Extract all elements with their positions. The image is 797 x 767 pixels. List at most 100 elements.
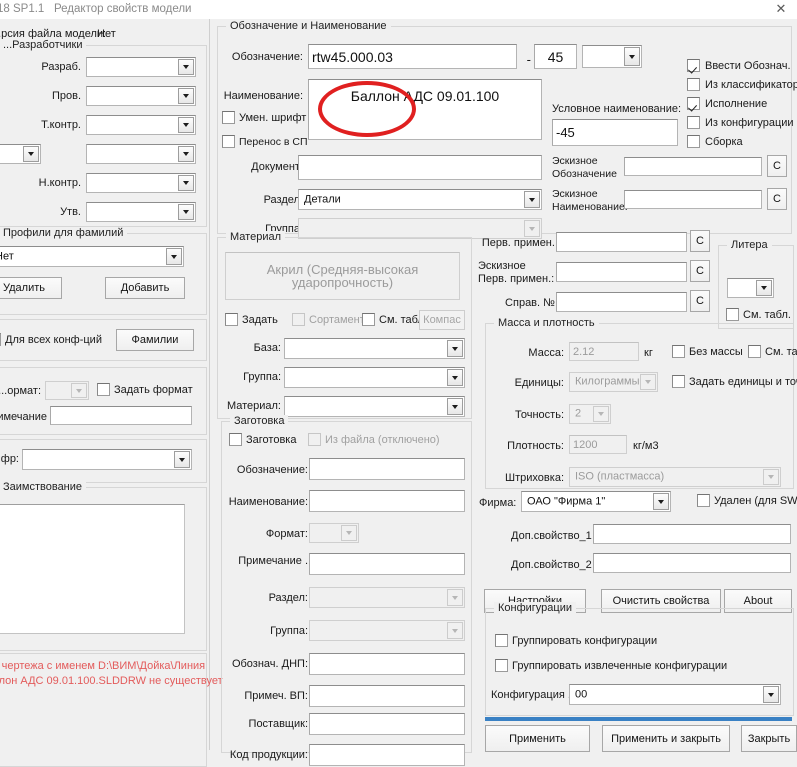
set-units-checkbox[interactable]	[672, 375, 685, 388]
extra-property-2-input[interactable]	[593, 553, 791, 573]
developer-select-0[interactable]	[86, 57, 196, 77]
from-classifier-checkbox[interactable]	[687, 78, 700, 91]
small-font-checkbox[interactable]	[222, 111, 235, 124]
chevron-down-icon[interactable]	[447, 340, 463, 357]
mass-input[interactable]	[569, 342, 639, 361]
borrowing-list[interactable]	[0, 504, 185, 634]
material-set-checkbox[interactable]	[225, 313, 238, 326]
assembly-checkbox[interactable]	[687, 135, 700, 148]
execution-checkbox[interactable]	[687, 97, 700, 110]
close-icon[interactable]: ✕	[772, 1, 790, 17]
chevron-down-icon[interactable]	[178, 117, 194, 133]
chevron-down-icon[interactable]	[341, 525, 357, 541]
first-application-input[interactable]	[556, 232, 687, 252]
blank-group-select[interactable]	[309, 620, 465, 641]
mass-see-table-checkbox[interactable]	[748, 345, 761, 358]
precision-select[interactable]: 2	[569, 404, 611, 424]
profile-select[interactable]: Нет	[0, 246, 184, 267]
chevron-down-icon[interactable]	[174, 451, 190, 468]
chevron-down-icon[interactable]	[524, 220, 540, 237]
litera-select[interactable]	[727, 278, 774, 298]
clear-sketch-designation-button[interactable]: C	[767, 155, 787, 177]
apply-button[interactable]: Применить	[485, 725, 590, 752]
variant-input[interactable]	[534, 44, 577, 69]
apply-and-close-button[interactable]: Применить и закрыть	[602, 725, 730, 752]
chevron-down-icon[interactable]	[593, 406, 609, 422]
extra-property-1-input[interactable]	[593, 524, 791, 544]
group-configurations-checkbox[interactable]	[495, 634, 508, 647]
chevron-down-icon[interactable]	[178, 59, 194, 75]
developer-role-select-3[interactable]	[0, 144, 41, 164]
blank-format-select[interactable]	[309, 523, 359, 543]
blank-vp-note-input[interactable]	[309, 685, 465, 707]
developer-select-5[interactable]	[86, 202, 196, 222]
blank-section-select[interactable]	[309, 587, 465, 608]
group-extracted-configurations-checkbox[interactable]	[495, 659, 508, 672]
chevron-down-icon[interactable]	[447, 398, 463, 415]
blank-supplier-input[interactable]	[309, 713, 465, 735]
clear-reference-no-button[interactable]: C	[690, 290, 710, 312]
from-configuration-checkbox[interactable]	[687, 116, 700, 129]
document-input[interactable]	[298, 155, 542, 180]
surnames-button[interactable]: Фамилии	[116, 329, 194, 351]
hatch-select[interactable]: ISO (пластмасса)	[569, 467, 781, 487]
developer-select-1[interactable]	[86, 86, 196, 106]
add-profile-button[interactable]: Добавить	[105, 277, 185, 299]
close-button[interactable]: Закрыть	[741, 725, 797, 752]
material-group-select[interactable]	[284, 367, 465, 388]
name-input[interactable]: Баллон АДС 09.01.100	[308, 79, 542, 140]
chevron-down-icon[interactable]	[624, 47, 640, 66]
sketch-designation-input[interactable]	[624, 157, 762, 176]
all-configs-checkbox[interactable]	[0, 333, 1, 346]
chevron-down-icon[interactable]	[447, 369, 463, 386]
material-base-select[interactable]	[284, 338, 465, 359]
enter-designation-checkbox[interactable]	[687, 59, 700, 72]
chevron-down-icon[interactable]	[640, 374, 656, 390]
sketch-first-application-input[interactable]	[556, 262, 687, 282]
variant-select[interactable]	[582, 45, 642, 68]
chevron-down-icon[interactable]	[178, 146, 194, 162]
group-select[interactable]	[298, 218, 542, 239]
format-select[interactable]	[45, 381, 89, 400]
clear-sketch-first-application-button[interactable]: C	[690, 260, 710, 282]
kompas-button[interactable]: Компас	[419, 310, 465, 330]
no-mass-checkbox[interactable]	[672, 345, 685, 358]
deleted-swr-checkbox[interactable]	[697, 494, 710, 507]
note-input[interactable]	[50, 406, 192, 425]
designation-input[interactable]	[308, 44, 517, 69]
cond-name-input[interactable]	[552, 119, 678, 146]
clear-sketch-name-button[interactable]: C	[767, 188, 787, 210]
reference-no-input[interactable]	[556, 292, 687, 312]
chevron-down-icon[interactable]	[653, 493, 669, 510]
configuration-select[interactable]: 00	[569, 684, 781, 705]
chevron-down-icon[interactable]	[447, 589, 463, 606]
blank-checkbox[interactable]	[229, 433, 242, 446]
litera-see-table-checkbox[interactable]	[726, 308, 739, 321]
wrap-sp-checkbox[interactable]	[222, 135, 235, 148]
blank-dnp-input[interactable]	[309, 653, 465, 675]
material-see-table-checkbox[interactable]	[362, 313, 375, 326]
blank-name-input[interactable]	[309, 490, 465, 512]
chevron-down-icon[interactable]	[178, 88, 194, 104]
chevron-down-icon[interactable]	[447, 622, 463, 639]
chevron-down-icon[interactable]	[763, 469, 779, 485]
chevron-down-icon[interactable]	[763, 686, 779, 703]
delete-profile-button[interactable]: Удалить	[0, 277, 62, 299]
code-select[interactable]	[22, 449, 192, 470]
material-material-select[interactable]	[284, 396, 465, 417]
firm-select[interactable]: ОАО "Фирма 1"	[521, 491, 671, 512]
chevron-down-icon[interactable]	[756, 280, 772, 296]
clear-first-application-button[interactable]: C	[690, 230, 710, 252]
density-input[interactable]	[569, 435, 627, 454]
developer-select-3[interactable]	[86, 144, 196, 164]
units-select[interactable]: Килограммы	[569, 372, 658, 392]
chevron-down-icon[interactable]	[524, 191, 540, 208]
developer-select-2[interactable]	[86, 115, 196, 135]
sketch-name-input[interactable]	[624, 190, 762, 209]
developer-select-4[interactable]	[86, 173, 196, 193]
chevron-down-icon[interactable]	[166, 248, 182, 265]
chevron-down-icon[interactable]	[23, 146, 39, 162]
blank-note-input[interactable]	[309, 553, 465, 575]
chevron-down-icon[interactable]	[178, 204, 194, 220]
chevron-down-icon[interactable]	[178, 175, 194, 191]
